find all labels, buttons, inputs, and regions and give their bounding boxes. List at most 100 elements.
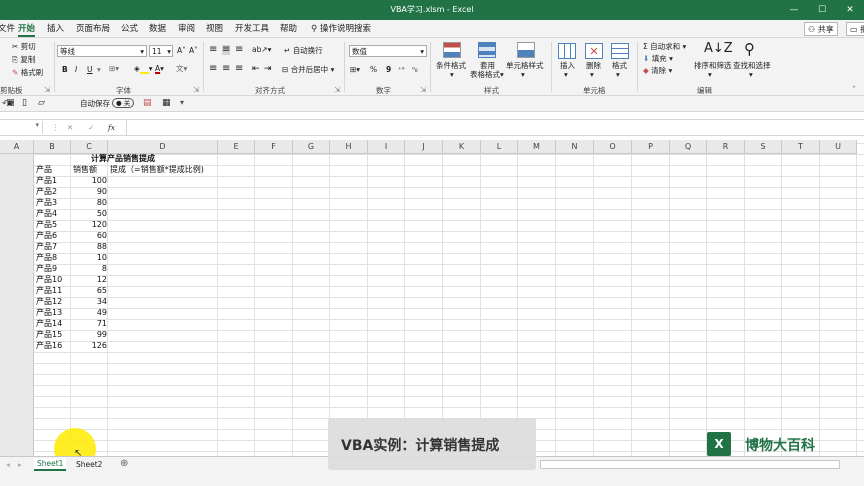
column-header-h[interactable]: H (330, 140, 368, 154)
chevron-down-icon[interactable]: ▾ (616, 70, 620, 80)
row-header[interactable] (0, 286, 34, 297)
row-header[interactable] (0, 275, 34, 286)
header-commission-cell[interactable]: 提成（=销售额*提成比例) (110, 164, 204, 175)
sales-cell[interactable]: 90 (71, 186, 107, 197)
column-header-m[interactable]: M (518, 140, 556, 154)
alignment-launcher-icon[interactable]: ⇲ (334, 85, 340, 95)
fill-button[interactable]: ⬇ 填充 ▾ (643, 54, 673, 64)
tab-insert[interactable]: 插入 (47, 22, 64, 37)
product-cell[interactable]: 产品10 (36, 274, 62, 285)
row-header[interactable] (0, 396, 34, 407)
sheet-tab-1[interactable]: Sheet1 (34, 458, 67, 471)
collapse-ribbon-icon[interactable]: ˄ (852, 85, 856, 95)
enter-formula-button[interactable]: ✓ (88, 123, 94, 133)
formula-input[interactable] (127, 121, 864, 134)
font-name-select[interactable]: 等线 ▾ (57, 45, 147, 57)
column-header-o[interactable]: O (594, 140, 632, 154)
product-cell[interactable]: 产品15 (36, 329, 62, 340)
grow-font-button[interactable]: A˄ (177, 46, 186, 56)
font-launcher-icon[interactable]: ⇲ (193, 85, 199, 95)
format-cells-icon[interactable] (611, 43, 629, 59)
sales-cell[interactable]: 8 (71, 263, 107, 274)
chevron-down-icon[interactable]: ▾ (708, 70, 712, 80)
header-product-cell[interactable]: 产品 (36, 164, 52, 175)
cancel-formula-button[interactable]: ✕ (67, 123, 73, 133)
font-size-select[interactable]: 11 ▾ (149, 45, 173, 57)
align-top-icon[interactable]: ≡ (209, 45, 217, 55)
row-header[interactable] (0, 418, 34, 429)
delete-cells-icon[interactable]: ✕ (585, 43, 603, 59)
tab-view[interactable]: 视图 (206, 22, 223, 37)
wrap-text-button[interactable]: ↵ 自动换行 (284, 46, 323, 56)
column-header-n[interactable]: N (556, 140, 594, 154)
product-cell[interactable]: 产品8 (36, 252, 57, 263)
product-cell[interactable]: 产品9 (36, 263, 57, 274)
sales-cell[interactable]: 88 (71, 241, 107, 252)
row-header[interactable] (0, 165, 34, 176)
header-sales-cell[interactable]: 销售额 (73, 164, 97, 175)
row-header[interactable] (0, 187, 34, 198)
align-bottom-icon[interactable]: ≡ (235, 45, 243, 55)
sales-cell[interactable]: 120 (71, 219, 107, 230)
horizontal-scrollbar[interactable] (540, 460, 840, 469)
border-icon[interactable]: ⊞▾ (109, 64, 119, 74)
number-format-select[interactable]: 数值 ▾ (349, 45, 427, 57)
row-header[interactable] (0, 308, 34, 319)
row-header[interactable] (0, 264, 34, 275)
tab-developer[interactable]: 开发工具 (235, 22, 269, 37)
customize-qat-icon[interactable]: ▾ (180, 98, 184, 108)
sales-cell[interactable]: 80 (71, 197, 107, 208)
format-painter-button[interactable]: ✎ 格式刷 (12, 68, 43, 78)
decrease-decimal-icon[interactable]: ⁰₀ (412, 65, 418, 75)
chevron-down-icon[interactable]: ▾ (564, 70, 568, 80)
merge-center-button[interactable]: ⊟ 合并后居中 ▾ (282, 65, 334, 75)
row-header[interactable] (0, 407, 34, 418)
column-header-k[interactable]: K (443, 140, 481, 154)
row-header[interactable] (0, 198, 34, 209)
add-sheet-button[interactable]: ⊕ (120, 459, 128, 469)
conditional-format-icon[interactable] (443, 42, 461, 58)
row-header[interactable] (0, 297, 34, 308)
product-cell[interactable]: 产品6 (36, 230, 57, 241)
sheet-title-cell[interactable]: 计算产品销售提成 (91, 153, 155, 164)
tab-file[interactable]: 文件 (0, 22, 15, 37)
row-header[interactable] (0, 429, 34, 440)
close-button[interactable]: ✕ (840, 0, 860, 20)
sales-cell[interactable]: 10 (71, 252, 107, 263)
cell-styles-icon[interactable] (517, 42, 535, 58)
phonetic-icon[interactable]: 文▾ (176, 64, 187, 74)
macro-icon[interactable]: ▦ (162, 98, 171, 108)
align-center-icon[interactable]: ≡ (222, 64, 230, 74)
tab-formulas[interactable]: 公式 (121, 22, 138, 37)
chevron-down-icon[interactable]: ▾ (521, 70, 525, 80)
column-header-q[interactable]: Q (670, 140, 707, 154)
orientation-icon[interactable]: ab↗▾ (252, 45, 271, 55)
row-header[interactable] (0, 374, 34, 385)
scroll-left-icon[interactable]: ◂ (6, 460, 10, 470)
column-header-f[interactable]: F (255, 140, 293, 154)
product-cell[interactable]: 产品2 (36, 186, 57, 197)
name-box[interactable]: ▾ (0, 121, 43, 134)
open-folder-icon[interactable]: ▱ (38, 98, 45, 108)
sales-cell[interactable]: 71 (71, 318, 107, 329)
column-header-p[interactable]: P (632, 140, 670, 154)
currency-icon[interactable]: ⊞▾ (350, 65, 360, 75)
column-header-i[interactable]: I (368, 140, 405, 154)
column-header-l[interactable]: L (481, 140, 518, 154)
column-header-b[interactable]: B (34, 140, 71, 154)
sales-cell[interactable]: 126 (71, 340, 107, 351)
row-header[interactable] (0, 231, 34, 242)
sales-cell[interactable]: 49 (71, 307, 107, 318)
align-middle-icon[interactable]: ≡ (222, 45, 231, 55)
product-cell[interactable]: 产品11 (36, 285, 62, 296)
decrease-indent-icon[interactable]: ⇤ (252, 64, 260, 74)
sales-cell[interactable]: 99 (71, 329, 107, 340)
align-right-icon[interactable]: ≡ (235, 64, 243, 74)
sheet-tab-2[interactable]: Sheet2 (73, 459, 105, 471)
sales-cell[interactable]: 50 (71, 208, 107, 219)
tab-review[interactable]: 审阅 (178, 22, 195, 37)
sales-cell[interactable]: 100 (71, 175, 107, 186)
column-header-t[interactable]: T (782, 140, 820, 154)
italic-button[interactable]: I (75, 65, 77, 75)
column-header-e[interactable]: E (218, 140, 255, 154)
